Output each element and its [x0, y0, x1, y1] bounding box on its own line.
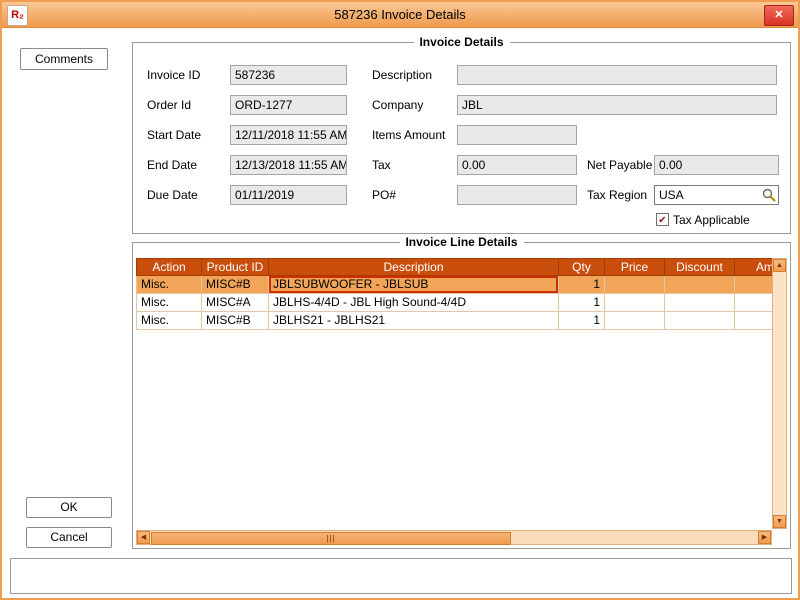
- scroll-up-icon[interactable]: ▲: [773, 259, 786, 272]
- net-payable-field[interactable]: 0.00: [654, 155, 779, 175]
- scroll-right-icon[interactable]: ▶: [758, 531, 771, 544]
- tax-region-label: Tax Region: [587, 185, 647, 205]
- scroll-left-icon[interactable]: ◀: [137, 531, 150, 544]
- po-field[interactable]: [457, 185, 577, 205]
- table-row[interactable]: Misc. MISC#B JBLHS21 - JBLHS21 1: [136, 312, 772, 330]
- cell-price[interactable]: [605, 312, 665, 330]
- table-row[interactable]: Misc. MISC#A JBLHS-4/4D - JBL High Sound…: [136, 294, 772, 312]
- start-date-label: Start Date: [147, 125, 201, 145]
- order-id-label: Order Id: [147, 95, 191, 115]
- column-header-discount[interactable]: Discount: [665, 258, 735, 276]
- tax-field[interactable]: 0.00: [457, 155, 577, 175]
- status-bar: [10, 558, 792, 594]
- items-amount-field[interactable]: [457, 125, 577, 145]
- invoice-id-label: Invoice ID: [147, 65, 200, 85]
- scroll-down-icon[interactable]: ▼: [773, 515, 786, 528]
- cell-action[interactable]: Misc.: [136, 276, 202, 294]
- tax-applicable-checkbox[interactable]: [656, 213, 669, 226]
- invoice-details-window: R₂ 587236 Invoice Details ✕ Comments OK …: [0, 0, 800, 600]
- window-title: 587236 Invoice Details: [2, 2, 798, 27]
- table-header-row: Action Product ID Description Qty Price …: [136, 258, 772, 276]
- invoice-line-details-group-title: Invoice Line Details: [399, 235, 523, 249]
- items-amount-label: Items Amount: [372, 125, 445, 145]
- tax-region-value: USA: [659, 188, 684, 202]
- description-field[interactable]: [457, 65, 777, 85]
- cell-action[interactable]: Misc.: [136, 312, 202, 330]
- cell-amount[interactable]: [735, 294, 772, 312]
- tax-label: Tax: [372, 155, 391, 175]
- column-header-qty[interactable]: Qty: [559, 258, 605, 276]
- invoice-details-group-title: Invoice Details: [413, 35, 509, 49]
- line-items-table: Action Product ID Description Qty Price …: [136, 258, 772, 330]
- cell-discount[interactable]: [665, 276, 735, 294]
- column-header-price[interactable]: Price: [605, 258, 665, 276]
- column-header-action[interactable]: Action: [136, 258, 202, 276]
- end-date-field[interactable]: 12/13/2018 11:55 AM: [230, 155, 347, 175]
- cell-product-id[interactable]: MISC#B: [202, 312, 269, 330]
- cell-qty[interactable]: 1: [559, 294, 605, 312]
- description-label: Description: [372, 65, 432, 85]
- due-date-label: Due Date: [147, 185, 198, 205]
- cell-product-id[interactable]: MISC#B: [202, 276, 269, 294]
- cell-qty[interactable]: 1: [559, 312, 605, 330]
- horizontal-scrollbar-thumb[interactable]: |||: [151, 532, 511, 545]
- cell-discount[interactable]: [665, 312, 735, 330]
- column-header-description[interactable]: Description: [269, 258, 559, 276]
- column-header-amount[interactable]: Am: [735, 258, 772, 276]
- tax-region-field[interactable]: USA: [654, 185, 779, 205]
- vertical-scrollbar[interactable]: ▲ ▼: [772, 258, 787, 529]
- tax-applicable-label: Tax Applicable: [673, 210, 750, 230]
- cell-amount[interactable]: [735, 312, 772, 330]
- cell-action[interactable]: Misc.: [136, 294, 202, 312]
- invoice-id-field[interactable]: 587236: [230, 65, 347, 85]
- company-label: Company: [372, 95, 423, 115]
- start-date-field[interactable]: 12/11/2018 11:55 AM: [230, 125, 347, 145]
- ok-button[interactable]: OK: [26, 497, 112, 518]
- company-field[interactable]: JBL: [457, 95, 777, 115]
- order-id-field[interactable]: ORD-1277: [230, 95, 347, 115]
- close-button[interactable]: ✕: [764, 5, 794, 26]
- cell-price[interactable]: [605, 276, 665, 294]
- due-date-field[interactable]: 01/11/2019: [230, 185, 347, 205]
- column-header-product-id[interactable]: Product ID: [202, 258, 269, 276]
- search-icon[interactable]: [762, 188, 776, 202]
- horizontal-scrollbar[interactable]: ◀ ||| ▶: [136, 530, 772, 545]
- po-label: PO#: [372, 185, 396, 205]
- cell-amount[interactable]: [735, 276, 772, 294]
- cell-discount[interactable]: [665, 294, 735, 312]
- cell-description[interactable]: JBLSUBWOOFER - JBLSUB: [269, 276, 559, 294]
- cell-price[interactable]: [605, 294, 665, 312]
- comments-button[interactable]: Comments: [20, 48, 108, 70]
- net-payable-label: Net Payable: [587, 155, 652, 175]
- cell-description[interactable]: JBLHS21 - JBLHS21: [269, 312, 559, 330]
- end-date-label: End Date: [147, 155, 197, 175]
- title-bar: R₂ 587236 Invoice Details ✕: [2, 2, 798, 28]
- cell-description[interactable]: JBLHS-4/4D - JBL High Sound-4/4D: [269, 294, 559, 312]
- cancel-button[interactable]: Cancel: [26, 527, 112, 548]
- cell-product-id[interactable]: MISC#A: [202, 294, 269, 312]
- cell-qty[interactable]: 1: [559, 276, 605, 294]
- table-row[interactable]: Misc. MISC#B JBLSUBWOOFER - JBLSUB 1: [136, 276, 772, 294]
